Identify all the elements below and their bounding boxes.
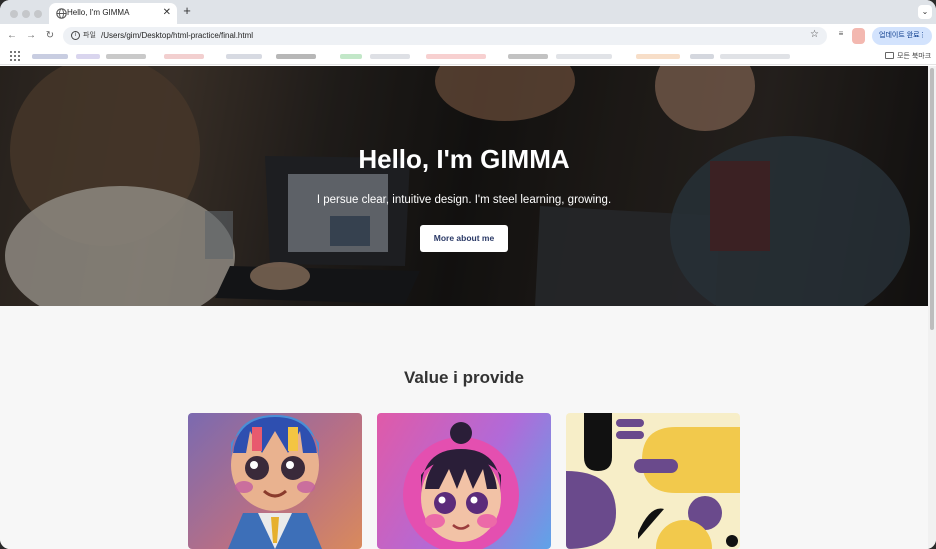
bookmark-item[interactable] (556, 54, 612, 59)
back-icon[interactable]: ← (5, 29, 19, 43)
all-bookmarks-button[interactable]: 모든 북마크 (885, 51, 931, 61)
3d-boy-character-image (228, 415, 322, 549)
apps-grid-icon[interactable] (10, 51, 20, 61)
bookmark-item[interactable] (426, 54, 486, 59)
bookmark-item[interactable] (276, 54, 316, 59)
globe-icon (56, 8, 67, 19)
bookmark-item[interactable] (636, 54, 680, 59)
value-card-boy[interactable] (188, 413, 362, 549)
tab-strip: Hello, I'm GIMMA ✕ + ⌄ (0, 0, 936, 24)
tab-search-chevron-icon[interactable]: ⌄ (918, 5, 932, 19)
3d-girl-character-image (403, 422, 519, 549)
forward-icon[interactable]: → (24, 29, 38, 43)
bookmark-item[interactable] (76, 54, 100, 59)
update-button[interactable]: 업데이트 완료 ⋮ (872, 27, 932, 45)
page-viewport: Hello, I'm GIMMA I persue clear, intuiti… (0, 66, 936, 549)
hero-title: Hello, I'm GIMMA (358, 144, 570, 174)
bookmark-item[interactable] (226, 54, 262, 59)
new-tab-button[interactable]: + (181, 4, 193, 18)
page-scrollbar[interactable] (928, 66, 936, 549)
browser-toolbar: ← → ↻ i 파일 /Users/gim/Desktop/html-pract… (0, 24, 936, 48)
tab-title: Hello, I'm GIMMA (67, 8, 130, 17)
close-window-button[interactable] (10, 10, 18, 18)
browser-window: Hello, I'm GIMMA ✕ + ⌄ ← → ↻ i 파일 /Users… (0, 0, 936, 549)
bookmark-item[interactable] (720, 54, 790, 59)
bookmark-item[interactable] (370, 54, 410, 59)
profile-avatar[interactable] (852, 28, 865, 44)
all-bookmarks-label: 모든 북마크 (897, 53, 932, 60)
bookmark-item[interactable] (106, 54, 146, 59)
info-icon[interactable]: i (71, 31, 80, 40)
abstract-shapes-image (566, 413, 740, 549)
value-section-title: Value i provide (404, 368, 524, 387)
minimize-window-button[interactable] (22, 10, 30, 18)
bookmark-item[interactable] (164, 54, 204, 59)
scrollbar-thumb[interactable] (930, 68, 934, 330)
bookmark-item[interactable] (690, 54, 714, 59)
address-bar[interactable]: i 파일 /Users/gim/Desktop/html-practice/fi… (63, 27, 827, 45)
value-card-abstract[interactable] (566, 413, 740, 549)
hero-section: Hello, I'm GIMMA I persue clear, intuiti… (0, 66, 928, 306)
value-card-girl[interactable] (377, 413, 551, 549)
bookmark-item[interactable] (340, 54, 362, 59)
hero-dark-overlay (0, 66, 928, 306)
url-text[interactable]: /Users/gim/Desktop/html-practice/final.h… (101, 31, 253, 40)
kebab-menu-icon[interactable]: ⋮ (919, 27, 926, 45)
bookmark-star-icon[interactable]: ☆ (810, 29, 819, 40)
bookmark-item[interactable] (508, 54, 548, 59)
bookmarks-bar: 모든 북마크 (0, 48, 936, 65)
active-tab[interactable]: Hello, I'm GIMMA ✕ (49, 3, 177, 24)
more-about-me-button[interactable]: More about me (420, 225, 508, 252)
bookmark-item[interactable] (32, 54, 68, 59)
zoom-window-button[interactable] (34, 10, 42, 18)
tab-close-icon[interactable]: ✕ (163, 7, 171, 19)
hero-subtitle: I persue clear, intuitive design. I'm st… (316, 194, 612, 206)
folder-icon (885, 52, 894, 59)
update-button-label: 업데이트 완료 (879, 32, 920, 39)
media-controls-icon[interactable]: ≡ (835, 29, 847, 41)
url-scheme-chip: 파일 (83, 32, 96, 39)
reload-icon[interactable]: ↻ (43, 29, 57, 43)
